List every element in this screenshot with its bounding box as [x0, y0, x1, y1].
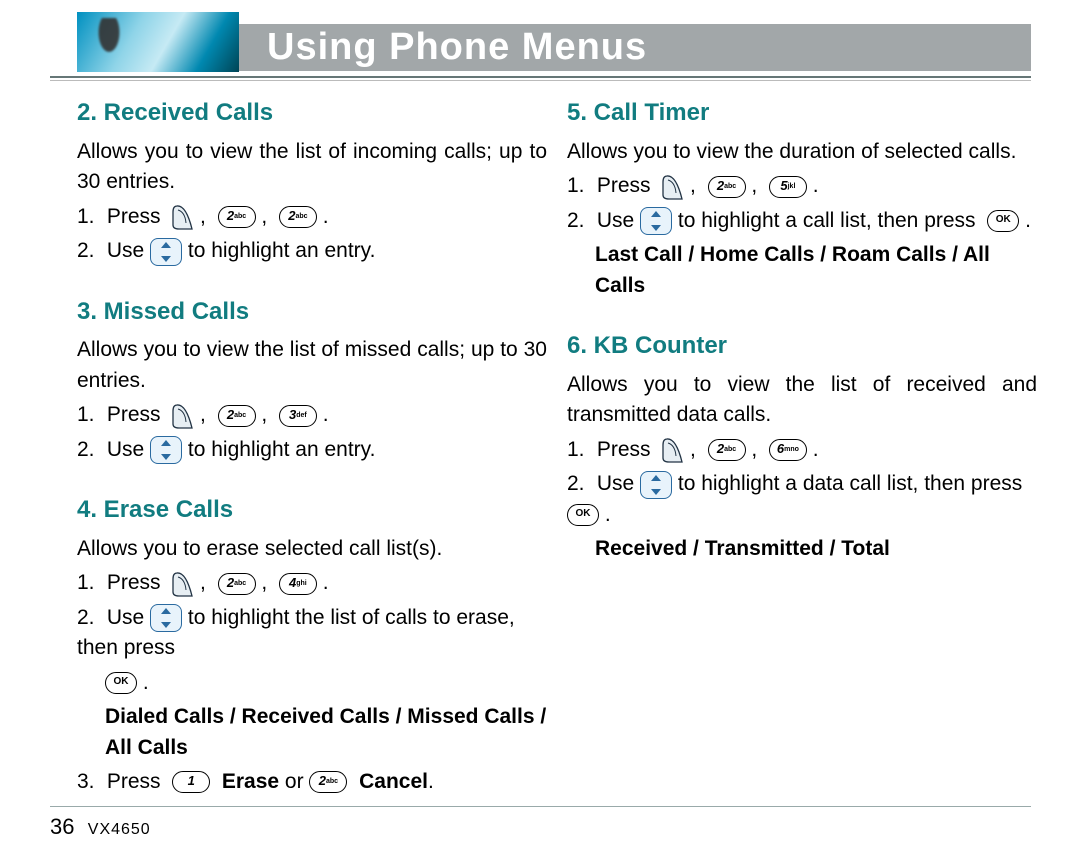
section-missed-calls-title: 3. Missed Calls	[77, 295, 547, 330]
header-rule	[50, 76, 1031, 78]
key-3-icon: 3def	[279, 405, 317, 427]
step-number: 1.	[77, 400, 101, 430]
step-number: 2.	[77, 603, 101, 633]
step-number: 3.	[77, 767, 101, 797]
manual-page: Using Phone Menus 2. Received Calls Allo…	[0, 0, 1080, 863]
key-ok-icon: OK	[105, 672, 137, 694]
section-missed-calls-desc: Allows you to view the list of missed ca…	[77, 335, 547, 396]
soft-key-icon	[172, 203, 194, 231]
page-footer: 36 VX4650	[50, 814, 151, 840]
step-text: Use	[107, 239, 144, 262]
section-erase-calls-desc: Allows you to erase selected call list(s…	[77, 534, 547, 564]
step-number: 1.	[77, 568, 101, 598]
step: 2. Use to highlight an entry.	[77, 236, 547, 266]
nav-up-down-icon	[150, 436, 182, 464]
step-text: Use	[107, 606, 144, 629]
step: 1. Press , 2abc , 4ghi .	[77, 568, 547, 598]
nav-up-down-icon	[150, 238, 182, 266]
key-2-icon: 2abc	[218, 206, 256, 228]
key-ok-icon: OK	[567, 504, 599, 526]
step: 3. Press 1 Erase or 2abc Cancel.	[77, 767, 547, 797]
key-ok-icon: OK	[987, 210, 1019, 232]
step-number: 1.	[567, 435, 591, 465]
key-1-icon: 1	[172, 771, 210, 793]
section-erase-calls-title: 4. Erase Calls	[77, 493, 547, 528]
page-number: 36	[50, 814, 74, 839]
soft-key-icon	[662, 436, 684, 464]
key-2-icon: 2abc	[218, 573, 256, 595]
step-text: Press	[107, 205, 161, 228]
section-call-timer-desc: Allows you to view the duration of selec…	[567, 137, 1037, 167]
key-2-icon: 2abc	[218, 405, 256, 427]
nav-up-down-icon	[640, 471, 672, 499]
step-text: Use	[107, 438, 144, 461]
step: 1. Press , 2abc , 5jkl .	[567, 171, 1037, 201]
options-list: Received / Transmitted / Total	[567, 534, 1037, 564]
key-2-icon: 2abc	[708, 176, 746, 198]
step: 1. Press , 2abc , 6mno .	[567, 435, 1037, 465]
step-text: to highlight an entry.	[188, 438, 376, 461]
key-6-icon: 6mno	[769, 439, 807, 461]
step-text: to highlight a data call list, then pres…	[678, 472, 1022, 495]
nav-up-down-icon	[640, 207, 672, 235]
section-call-timer-title: 5. Call Timer	[567, 96, 1037, 131]
cancel-label: Cancel	[359, 770, 428, 793]
step-number: 2.	[77, 435, 101, 465]
soft-key-icon	[172, 402, 194, 430]
options-list: Last Call / Home Calls / Roam Calls / Al…	[567, 240, 1037, 301]
step: 1. Press , 2abc , 2abc .	[77, 202, 547, 232]
step-number: 2.	[567, 206, 591, 236]
step-number: 2.	[567, 469, 591, 499]
step-text: Press	[107, 770, 161, 793]
step-text: Press	[597, 174, 651, 197]
step-text: Use	[597, 209, 634, 232]
key-2-icon: 2abc	[708, 439, 746, 461]
step-text: Press	[597, 438, 651, 461]
section-received-calls-desc: Allows you to view the list of incoming …	[77, 137, 547, 198]
step: 2. Use to highlight the list of calls to…	[77, 603, 547, 698]
step: 2. Use to highlight a data call list, th…	[567, 469, 1037, 530]
key-5-icon: 5jkl	[769, 176, 807, 198]
section-kb-counter-title: 6. KB Counter	[567, 329, 1037, 364]
key-2-icon: 2abc	[309, 771, 347, 793]
step-number: 1.	[567, 171, 591, 201]
or-text: or	[279, 770, 309, 793]
step: 2. Use to highlight an entry.	[77, 435, 547, 465]
soft-key-icon	[662, 173, 684, 201]
step-text: to highlight an entry.	[188, 239, 376, 262]
erase-label: Erase	[222, 770, 279, 793]
left-column: 2. Received Calls Allows you to view the…	[77, 90, 547, 801]
step-text: to highlight a call list, then press	[678, 209, 976, 232]
chapter-title: Using Phone Menus	[267, 26, 647, 69]
right-column: 5. Call Timer Allows you to view the dur…	[567, 90, 1037, 568]
section-kb-counter-desc: Allows you to view the list of received …	[567, 370, 1037, 431]
footer-rule	[50, 806, 1031, 807]
step-text: Use	[597, 472, 634, 495]
step-text: Press	[107, 571, 161, 594]
model-number: VX4650	[88, 821, 151, 838]
key-4-icon: 4ghi	[279, 573, 317, 595]
header-rule-thin	[50, 80, 1031, 81]
nav-up-down-icon	[150, 604, 182, 632]
step-number: 2.	[77, 236, 101, 266]
options-list: Dialed Calls / Received Calls / Missed C…	[77, 702, 547, 763]
step: 1. Press , 2abc , 3def .	[77, 400, 547, 430]
key-2-icon: 2abc	[279, 206, 317, 228]
soft-key-icon	[172, 570, 194, 598]
section-received-calls-title: 2. Received Calls	[77, 96, 547, 131]
header-decorative-image	[77, 12, 239, 72]
step-text: Press	[107, 403, 161, 426]
step-number: 1.	[77, 202, 101, 232]
step: 2. Use to highlight a call list, then pr…	[567, 206, 1037, 236]
